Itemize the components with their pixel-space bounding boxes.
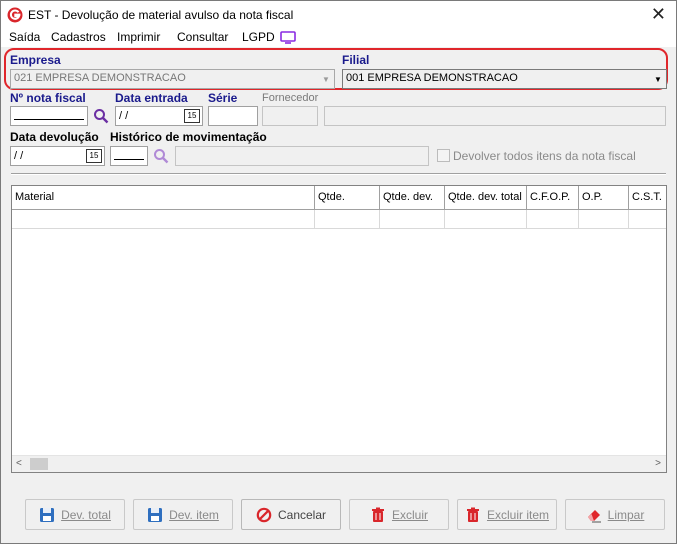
table-cell[interactable]: [315, 210, 380, 229]
save-icon: [40, 507, 55, 522]
input-mask: [114, 159, 144, 160]
table-cell[interactable]: [380, 210, 445, 229]
menu-cadastros[interactable]: Cadastros: [51, 30, 106, 44]
data-entrada-input[interactable]: / / 15: [115, 106, 203, 126]
column-cfop[interactable]: C.F.O.P.: [527, 186, 579, 209]
calendar-icon[interactable]: 15: [86, 149, 102, 163]
excluir-label: Excluir: [391, 507, 428, 522]
scroll-left-icon[interactable]: <: [16, 458, 22, 469]
divider: [11, 173, 666, 175]
menu-consultar[interactable]: Consultar: [177, 30, 228, 44]
table-cell[interactable]: [629, 210, 666, 229]
input-mask: [14, 119, 84, 120]
historico-label: Histórico de movimentação: [110, 130, 267, 144]
cancelar-button[interactable]: Cancelar: [241, 499, 341, 530]
filial-select[interactable]: 001 EMPRESA DEMONSTRACAO ▼: [342, 69, 667, 89]
app-logo-icon: [7, 7, 23, 23]
nota-fiscal-input[interactable]: [10, 106, 88, 126]
data-devolucao-input[interactable]: / / 15: [10, 146, 105, 166]
table-cell[interactable]: [445, 210, 527, 229]
limpar-button[interactable]: Limpar: [565, 499, 665, 530]
trash-icon: [371, 507, 384, 522]
excluir-item-label: Excluir item: [486, 507, 549, 522]
search-icon[interactable]: [153, 148, 169, 164]
table-row[interactable]: [12, 210, 666, 229]
items-grid[interactable]: Material Qtde. Qtde. dev. Qtde. dev. tot…: [11, 185, 667, 473]
nota-fiscal-label: Nº nota fiscal: [10, 91, 86, 105]
title-bar: EST - Devolução de material avulso da no…: [1, 1, 676, 29]
column-cst[interactable]: C.S.T.: [629, 186, 666, 209]
close-icon[interactable]: ✕: [651, 5, 666, 23]
search-icon[interactable]: [93, 108, 109, 124]
serie-label: Série: [208, 91, 238, 105]
empresa-select[interactable]: 021 EMPRESA DEMONSTRACAO ▼: [10, 69, 335, 89]
historico-desc-input: [175, 146, 429, 166]
dev-total-label: Dev. total: [61, 507, 111, 522]
data-entrada-label: Data entrada: [115, 91, 188, 105]
table-cell[interactable]: [579, 210, 629, 229]
excluir-button[interactable]: Excluir: [349, 499, 449, 530]
filial-label: Filial: [342, 53, 370, 67]
cancel-icon: [256, 507, 272, 522]
table-cell[interactable]: [527, 210, 579, 229]
data-devolucao-value: / /: [14, 150, 24, 162]
fornecedor-name-input: [324, 106, 666, 126]
horizontal-scrollbar[interactable]: < >: [12, 455, 666, 472]
fornecedor-label: Fornecedor: [262, 92, 319, 104]
devolver-todos-checkbox[interactable]: [437, 149, 450, 162]
limpar-label: Limpar: [607, 507, 645, 522]
eraser-icon: [587, 509, 601, 522]
column-qtde-dev-total[interactable]: Qtde. dev. total: [445, 186, 527, 209]
menu-saida[interactable]: Saída: [9, 30, 40, 44]
fornecedor-code-input: [262, 106, 318, 126]
cancelar-label: Cancelar: [277, 507, 327, 522]
empresa-label: Empresa: [10, 53, 61, 67]
column-op[interactable]: O.P.: [579, 186, 629, 209]
devolver-todos-label: Devolver todos itens da nota fiscal: [453, 149, 636, 163]
serie-input[interactable]: [208, 106, 258, 126]
window-title: EST - Devolução de material avulso da no…: [28, 8, 294, 22]
grid-header: Material Qtde. Qtde. dev. Qtde. dev. tot…: [12, 186, 666, 210]
monitor-icon[interactable]: [280, 31, 296, 44]
column-qtde[interactable]: Qtde.: [315, 186, 380, 209]
trash-icon: [466, 507, 479, 522]
chevron-down-icon: ▼: [322, 74, 330, 84]
scroll-right-icon[interactable]: >: [655, 458, 661, 469]
dev-item-label: Dev. item: [169, 507, 219, 522]
main-window: EST - Devolução de material avulso da no…: [0, 0, 677, 544]
column-qtde-dev[interactable]: Qtde. dev.: [380, 186, 445, 209]
form-content: Empresa 021 EMPRESA DEMONSTRACAO ▼ Filia…: [1, 47, 676, 543]
menu-imprimir[interactable]: Imprimir: [117, 30, 160, 44]
dev-item-button[interactable]: Dev. item: [133, 499, 233, 530]
filial-value: 001 EMPRESA DEMONSTRACAO: [346, 72, 518, 84]
save-icon: [148, 507, 163, 522]
data-entrada-value: / /: [119, 110, 129, 122]
menu-lgpd[interactable]: LGPD: [242, 30, 275, 44]
dev-total-button[interactable]: Dev. total: [25, 499, 125, 530]
chevron-down-icon: ▼: [654, 74, 662, 84]
scroll-thumb[interactable]: [30, 458, 48, 470]
data-devolucao-label: Data devolução: [10, 130, 99, 144]
table-cell[interactable]: [12, 210, 315, 229]
empresa-value: 021 EMPRESA DEMONSTRACAO: [14, 72, 186, 84]
column-material[interactable]: Material: [12, 186, 315, 209]
calendar-icon[interactable]: 15: [184, 109, 200, 123]
menu-bar: Saída Cadastros Imprimir Consultar LGPD: [1, 28, 676, 47]
excluir-item-button[interactable]: Excluir item: [457, 499, 557, 530]
historico-code-input[interactable]: [110, 146, 148, 166]
